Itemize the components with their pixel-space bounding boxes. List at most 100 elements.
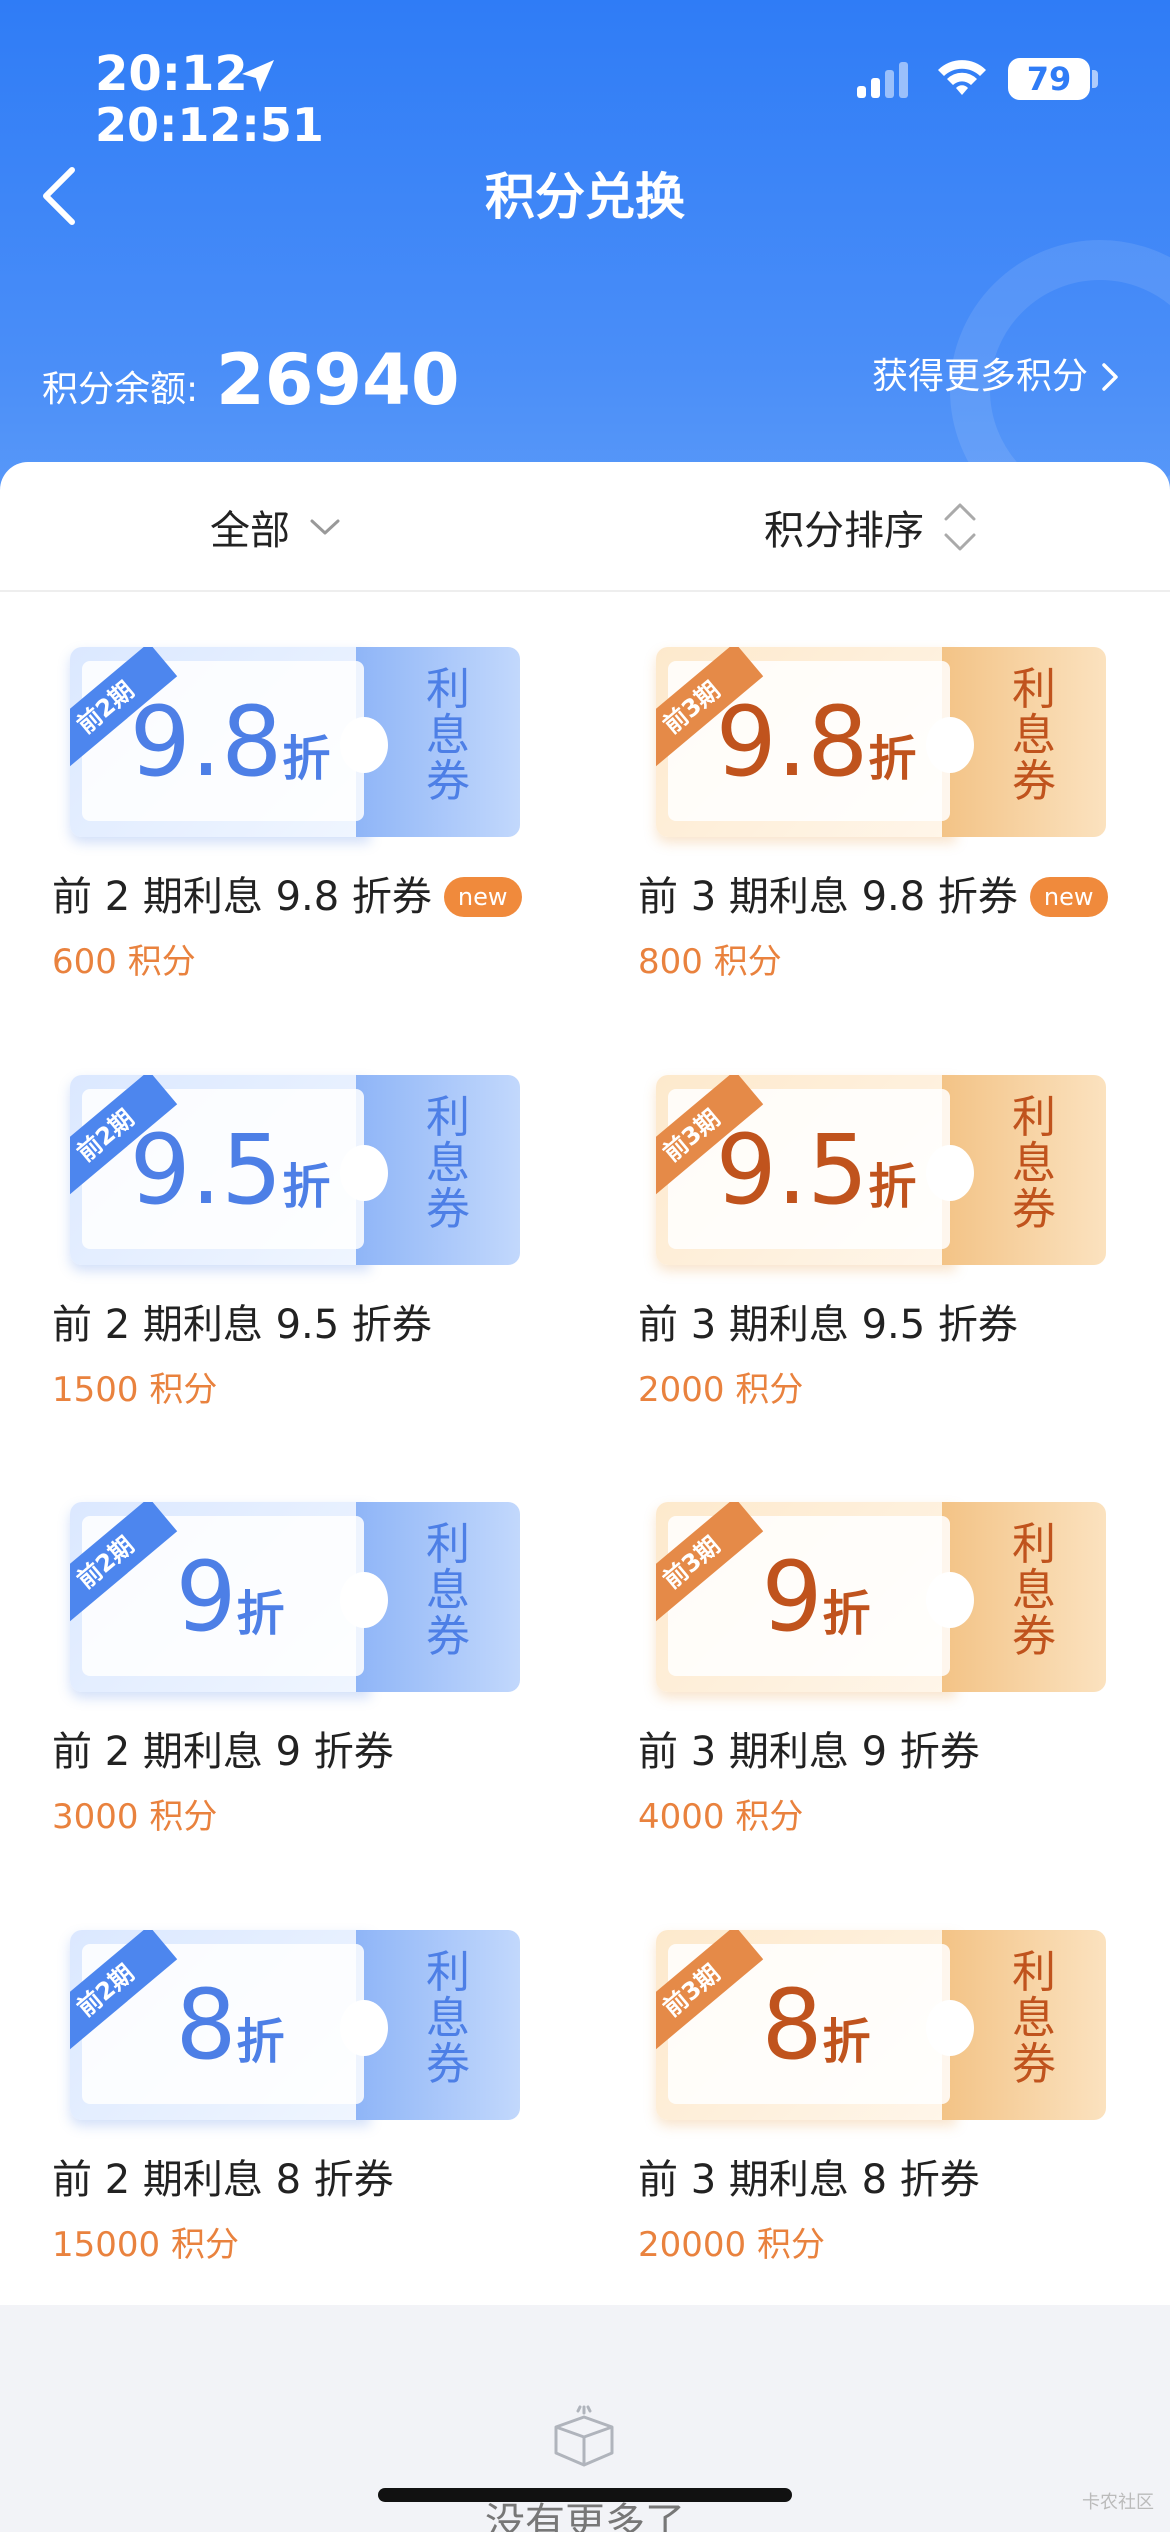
discount-value: 9折 xyxy=(100,1542,360,1652)
chevron-right-icon xyxy=(1102,363,1118,391)
interest-coupon-label: 利息券 xyxy=(388,1095,508,1233)
interest-coupon-label: 利息券 xyxy=(974,1095,1094,1233)
filter-bar: 全部 积分排序 xyxy=(0,462,1170,592)
coupon-ticket[interactable]: 前3期 8折利息券 xyxy=(656,1930,1106,2120)
coupon-title: 前 3 期利息 9 折券 xyxy=(638,1724,980,1780)
coupon-cost: 4000 积分 xyxy=(638,1797,804,1837)
coupon-title-text: 前 2 期利息 9.8 折券 xyxy=(52,874,432,920)
coupon-cost: 3000 积分 xyxy=(52,1797,218,1837)
new-badge: new xyxy=(443,877,522,917)
stub-char: 息 xyxy=(1012,710,1056,761)
discount-unit: 折 xyxy=(282,731,331,787)
home-indicator xyxy=(378,2488,792,2502)
discount-value: 9折 xyxy=(686,1542,946,1652)
coupon-ticket[interactable]: 前2期 9.8折利息券 xyxy=(70,647,520,837)
interest-coupon-label: 利息券 xyxy=(388,1522,508,1660)
interest-coupon-label: 利息券 xyxy=(974,1950,1094,2088)
stub-char: 息 xyxy=(426,1993,470,2044)
coupon-title-text: 前 2 期利息 8 折券 xyxy=(52,2157,394,2203)
category-filter-dropdown[interactable]: 全部 xyxy=(210,462,342,592)
status-time: 20:12 xyxy=(95,46,248,102)
discount-number: 9.5 xyxy=(129,1114,283,1226)
coupon-title-text: 前 2 期利息 9.5 折券 xyxy=(52,1302,432,1348)
stub-char: 券 xyxy=(1012,756,1056,807)
coupon-cost: 800 积分 xyxy=(638,942,782,982)
points-sort-toggle[interactable]: 积分排序 xyxy=(764,462,978,592)
stub-char: 券 xyxy=(1012,1184,1056,1235)
coupon-title: 前 2 期利息 9.5 折券 xyxy=(52,1297,432,1353)
balance-label: 积分余额: xyxy=(42,369,199,410)
coupon-card[interactable]: 前2期 9.8折利息券前 2 期利息 9.8 折券 new 600 积分 xyxy=(40,647,560,1047)
stub-char: 利 xyxy=(426,1947,470,1998)
coupon-title-text: 前 3 期利息 9 折券 xyxy=(638,1729,980,1775)
coupon-card[interactable]: 前2期 9折利息券前 2 期利息 9 折券 3000 积分 xyxy=(40,1502,560,1902)
category-filter-label: 全部 xyxy=(210,508,290,554)
coupon-card[interactable]: 前2期 9.5折利息券前 2 期利息 9.5 折券 1500 积分 xyxy=(40,1075,560,1475)
coupon-ticket[interactable]: 前2期 9折利息券 xyxy=(70,1502,520,1692)
coupon-title-text: 前 2 期利息 9 折券 xyxy=(52,1729,394,1775)
coupon-card[interactable]: 前3期 9折利息券前 3 期利息 9 折券 4000 积分 xyxy=(626,1502,1146,1902)
stub-char: 券 xyxy=(426,1184,470,1235)
discount-number: 9.5 xyxy=(715,1114,869,1226)
coupon-ticket[interactable]: 前3期 9折利息券 xyxy=(656,1502,1106,1692)
discount-number: 9 xyxy=(175,1541,237,1653)
discount-unit: 折 xyxy=(868,1159,917,1215)
coupon-cost: 15000 积分 xyxy=(52,2225,239,2265)
page-title: 积分兑换 xyxy=(485,168,685,226)
coupon-card[interactable]: 前2期 8折利息券前 2 期利息 8 折券 15000 积分 xyxy=(40,1930,560,2330)
stub-char: 券 xyxy=(1012,2039,1056,2090)
coupon-ticket[interactable]: 前3期 9.8折利息券 xyxy=(656,647,1106,837)
get-more-points-link[interactable]: 获得更多积分 xyxy=(872,352,1122,402)
coupon-ticket[interactable]: 前2期 8折利息券 xyxy=(70,1930,520,2120)
new-badge: new xyxy=(1029,877,1108,917)
stub-char: 利 xyxy=(426,1519,470,1570)
stub-char: 息 xyxy=(426,1565,470,1616)
sort-label: 积分排序 xyxy=(764,508,924,554)
coupon-title: 前 2 期利息 8 折券 xyxy=(52,2152,394,2208)
chevron-down-icon xyxy=(310,519,340,535)
no-more-text: 没有更多了 xyxy=(485,2500,685,2532)
discount-number: 8 xyxy=(175,1969,237,2081)
discount-value: 9.8折 xyxy=(686,687,946,797)
cellular-signal-icon xyxy=(857,62,908,98)
coupon-card[interactable]: 前3期 8折利息券前 3 期利息 8 折券 20000 积分 xyxy=(626,1930,1146,2330)
coupon-cost: 1500 积分 xyxy=(52,1370,218,1410)
coupon-cost: 20000 积分 xyxy=(638,2225,825,2265)
wifi-icon xyxy=(938,60,986,95)
discount-value: 9.5折 xyxy=(100,1115,360,1225)
stub-char: 利 xyxy=(1012,1092,1056,1143)
discount-number: 9.8 xyxy=(715,686,869,798)
interest-coupon-label: 利息券 xyxy=(388,667,508,805)
discount-number: 8 xyxy=(761,1969,823,2081)
stub-char: 息 xyxy=(1012,1993,1056,2044)
stub-char: 券 xyxy=(1012,1611,1056,1662)
discount-unit: 折 xyxy=(282,1159,331,1215)
sort-arrows-icon xyxy=(944,503,976,551)
battery-tip xyxy=(1092,70,1098,88)
header: 20:12 20:12:51 79 积分兑换 积分余额: 26940 获得更多积… xyxy=(0,0,1170,520)
coupon-ticket[interactable]: 前2期 9.5折利息券 xyxy=(70,1075,520,1265)
discount-value: 9.5折 xyxy=(686,1115,946,1225)
coupon-card[interactable]: 前3期 9.5折利息券前 3 期利息 9.5 折券 2000 积分 xyxy=(626,1075,1146,1475)
coupon-title: 前 3 期利息 9.8 折券 new xyxy=(638,869,1108,925)
discount-number: 9.8 xyxy=(129,686,283,798)
coupon-title: 前 3 期利息 9.5 折券 xyxy=(638,1297,1018,1353)
stub-char: 券 xyxy=(426,2039,470,2090)
discount-unit: 折 xyxy=(822,2014,871,2070)
discount-unit: 折 xyxy=(868,731,917,787)
interest-coupon-label: 利息券 xyxy=(388,1950,508,2088)
location-arrow-icon xyxy=(242,60,274,92)
coupon-title-text: 前 3 期利息 9.5 折券 xyxy=(638,1302,1018,1348)
interest-coupon-label: 利息券 xyxy=(974,1522,1094,1660)
discount-unit: 折 xyxy=(236,1586,285,1642)
stub-char: 利 xyxy=(1012,664,1056,715)
stub-char: 息 xyxy=(426,1138,470,1189)
discount-unit: 折 xyxy=(822,1586,871,1642)
empty-box-icon xyxy=(554,2405,614,2467)
balance-value: 26940 xyxy=(216,339,460,421)
discount-value: 9.8折 xyxy=(100,687,360,797)
stub-char: 券 xyxy=(426,1611,470,1662)
coupon-card[interactable]: 前3期 9.8折利息券前 3 期利息 9.8 折券 new 800 积分 xyxy=(626,647,1146,1047)
coupon-ticket[interactable]: 前3期 9.5折利息券 xyxy=(656,1075,1106,1265)
stub-char: 利 xyxy=(426,1092,470,1143)
